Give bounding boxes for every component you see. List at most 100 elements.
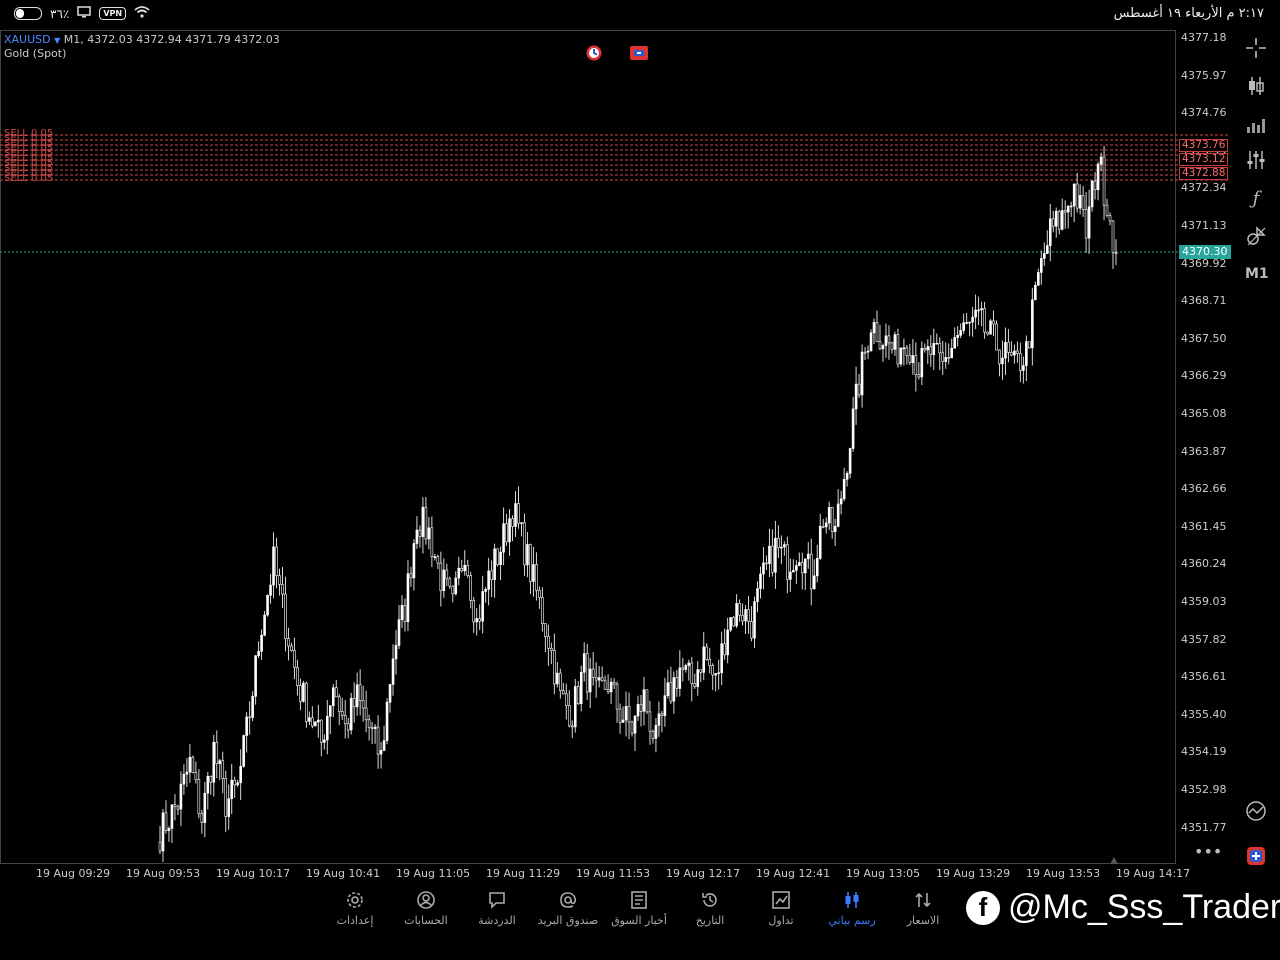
candle-body: [980, 308, 983, 311]
price-tick-label: 4363.87: [1181, 444, 1227, 458]
candle-body: [412, 543, 416, 579]
candle-body: [941, 352, 945, 362]
candle-body: [215, 741, 219, 764]
candle-body: [439, 562, 443, 592]
candle-type-icon[interactable]: [1244, 74, 1268, 98]
candle-body: [290, 645, 293, 651]
symbol-dropdown-icon[interactable]: ▼: [54, 36, 60, 45]
candle-body: [520, 522, 523, 524]
candle-body: [1111, 220, 1115, 253]
candle-body: [657, 713, 661, 726]
candle-body: [824, 522, 828, 528]
candle-body: [394, 645, 398, 660]
candle-body: [884, 335, 888, 346]
current-price-badge: 4370.30: [1179, 245, 1231, 259]
candle-body: [493, 548, 496, 580]
candle-body: [1045, 245, 1049, 254]
candle-body: [998, 349, 1001, 365]
candle-body: [448, 578, 452, 587]
objects-icon[interactable]: [1244, 224, 1268, 248]
candle-body: [472, 600, 475, 623]
market-watch-icon[interactable]: [1244, 799, 1268, 823]
candle-body: [1096, 163, 1100, 191]
candle-body: [325, 715, 329, 741]
accounts-icon: [390, 888, 462, 912]
candle-body: [299, 685, 302, 702]
candle-body: [977, 309, 980, 312]
candle-body: [436, 556, 440, 564]
candle-body: [224, 778, 228, 817]
nav-item-history[interactable]: التاريخ: [674, 888, 746, 927]
candle-body: [792, 569, 795, 573]
candle-body: [254, 655, 257, 697]
time-tick-label: 19 Aug 13:05: [846, 867, 921, 880]
more-options-icon[interactable]: •••: [1194, 842, 1222, 861]
price-chart[interactable]: [0, 0, 1280, 960]
nav-item-mailbox[interactable]: صندوق البريد: [532, 888, 604, 927]
candle-body: [1043, 253, 1046, 259]
time-tick-label: 19 Aug 10:41: [306, 867, 381, 880]
candle-body: [795, 565, 798, 571]
nav-item-quotes[interactable]: الاسعار: [887, 888, 959, 927]
nav-item-trade[interactable]: تداول: [745, 888, 817, 927]
candle-body: [744, 609, 747, 622]
candle-body: [218, 760, 222, 764]
time-tick-label: 19 Aug 11:29: [486, 867, 561, 880]
time-tick-label: 19 Aug 13:29: [936, 867, 1011, 880]
candle-body: [660, 713, 664, 716]
candle-body: [594, 677, 598, 681]
nav-item-label: تداول: [768, 914, 794, 927]
candle-body: [451, 585, 455, 595]
nav-item-chat[interactable]: الدردشة: [461, 888, 533, 927]
candle-body: [869, 332, 873, 352]
nav-item-chart[interactable]: رسم بياني: [816, 888, 888, 927]
candle-body: [421, 506, 425, 537]
candle-body: [511, 518, 514, 527]
candle-body: [729, 617, 732, 631]
candle-body: [505, 523, 508, 543]
candle-body: [182, 773, 186, 785]
candle-body: [233, 779, 236, 786]
candle-body: [738, 603, 741, 616]
nav-item-news[interactable]: أخبار السوق: [603, 888, 675, 927]
candle-body: [741, 614, 744, 622]
settings-sliders-icon[interactable]: [1244, 148, 1268, 172]
candle-body: [1048, 218, 1052, 246]
timeframe-button[interactable]: M1: [1245, 266, 1269, 282]
watermark: f @Mc_Sss_Trader: [966, 888, 1280, 927]
candle-body: [236, 782, 239, 786]
crosshair-icon[interactable]: [1244, 36, 1268, 60]
candle-body: [717, 672, 720, 675]
one-click-trade-icon[interactable]: [629, 44, 648, 62]
candle-body: [463, 564, 467, 572]
candle-body: [932, 343, 936, 355]
candle-body: [328, 705, 332, 717]
candle-body: [442, 569, 446, 592]
function-icon[interactable]: ƒ: [1244, 186, 1268, 210]
candle-body: [293, 650, 296, 668]
candle-body: [385, 701, 389, 741]
chart-shift-marker[interactable]: [1110, 857, 1118, 864]
candle-body: [735, 603, 738, 627]
candle-body: [872, 322, 876, 334]
candle-body: [499, 551, 502, 566]
candle-body: [992, 320, 995, 325]
candle-body: [197, 779, 201, 815]
news-icon: [603, 888, 675, 912]
nav-item-accounts[interactable]: الحسابات: [390, 888, 462, 927]
candle-body: [284, 593, 287, 639]
time-tick-label: 19 Aug 09:29: [36, 867, 111, 880]
candle-body: [1057, 210, 1061, 230]
nav-item-gear[interactable]: إعدادات: [319, 888, 391, 927]
candle-body: [845, 473, 849, 480]
candle-body: [364, 707, 368, 721]
indicators-icon[interactable]: [1244, 112, 1268, 136]
trade-clock-icon[interactable]: [585, 44, 603, 62]
candle-body: [340, 711, 344, 716]
candle-body: [209, 776, 213, 783]
symbol-name[interactable]: XAUUSD: [4, 33, 51, 46]
candle-body: [1004, 342, 1007, 359]
candle-body: [935, 342, 939, 345]
one-click-trading-icon[interactable]: [1244, 844, 1268, 868]
candle-body: [839, 498, 843, 505]
